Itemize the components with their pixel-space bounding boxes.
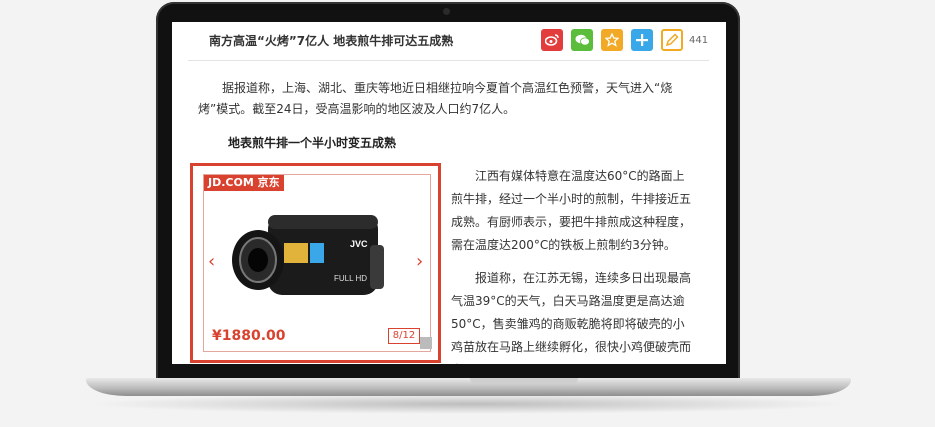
jd-logo: JD.COM 京东 [204, 175, 284, 191]
article-title: 南方高温“火烤”7亿人 地表煎牛排可达五成熟 [209, 34, 454, 48]
screen: 南方高温“火烤”7亿人 地表煎牛排可达五成熟 441 据报道称，上海、湖北、重庆… [172, 22, 726, 364]
ad-prev-arrow[interactable]: ‹ [208, 253, 215, 271]
chick-paragraph: 报道称，在江苏无锡，连续多日出现最高气温39°C的天气，白天马路温度更是高达逾5… [451, 271, 692, 364]
wechat-icon [575, 34, 590, 46]
ad-price: ¥1880.00 [212, 328, 286, 344]
more-share-button[interactable] [631, 29, 653, 51]
webcam [443, 8, 450, 15]
product-badge-label: FULL HD [334, 274, 367, 283]
ad-next-arrow[interactable]: › [416, 253, 423, 271]
laptop-notch [470, 378, 578, 384]
section-subheading: 地表煎牛排一个半小时变五成熟 [228, 136, 397, 150]
ad-frame: JD.COM 京东 ‹ › JVC FULL HD ¥1880.00 8/12 [203, 174, 432, 352]
weibo-icon [545, 34, 559, 46]
comment-button[interactable] [661, 29, 683, 51]
plus-icon [636, 34, 648, 46]
qzone-share-button[interactable] [601, 29, 623, 51]
weibo-share-button[interactable] [541, 29, 563, 51]
edit-icon [665, 33, 679, 47]
laptop-shadow [86, 394, 851, 414]
article-header: 南方高温“火烤”7亿人 地表煎牛排可达五成熟 441 [188, 22, 709, 61]
wechat-share-button[interactable] [571, 29, 593, 51]
jd-ad[interactable]: JD.COM 京东 ‹ › JVC FULL HD ¥1880.00 8/12 [190, 163, 441, 363]
product-brand-label: JVC [350, 239, 368, 249]
intro-paragraph: 据报道称，上海、湖北、重庆等地近日相继拉响今夏首个高温红色预警，天气进入“烧烤”… [198, 81, 673, 116]
share-bar: 441 [541, 28, 708, 52]
qzone-star-icon [605, 33, 619, 47]
camera-paragraph: 江西有媒体特意在温度达60°C的路面上煎牛排，经过一个半小时的煎制，牛排接近五成… [451, 169, 692, 252]
share-count: 441 [689, 34, 709, 46]
camcorder-image[interactable]: JVC FULL HD [228, 205, 408, 315]
laptop-base [86, 378, 851, 396]
ad-page-indicator: 8/12 [388, 328, 420, 344]
ad-corner-icon[interactable] [420, 337, 432, 349]
